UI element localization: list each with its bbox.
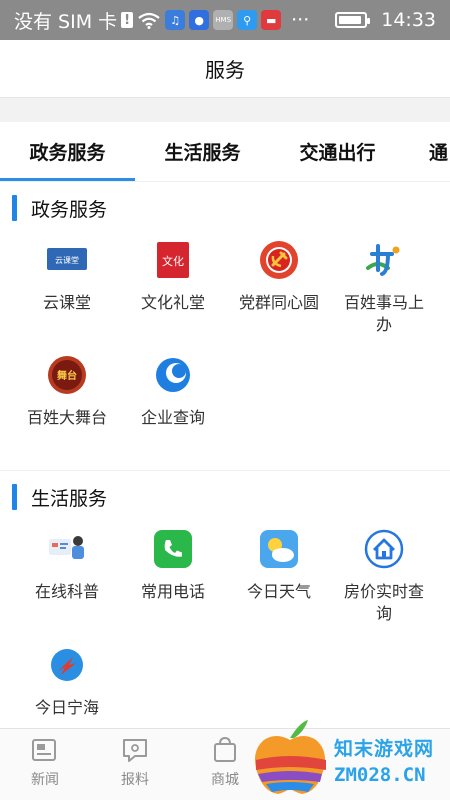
baidu-app-icon: ● [189,10,210,30]
service-label: 企业查询 [140,408,205,427]
service-weather[interactable]: 今日天气 [224,529,334,603]
svg-text:舞台: 舞台 [57,369,77,382]
wifi-icon [137,11,161,29]
nav-item-news[interactable]: 新闻 [15,735,75,789]
phone-icon [153,529,193,569]
nav-item-report[interactable]: 报料 [105,735,165,789]
affairs-icon [364,240,404,280]
more-icon: ··· [291,9,310,31]
section-divider [0,470,450,471]
nav-label: 报料 [121,772,149,788]
tab-label: 政务服务 [29,142,106,164]
service-label: 百姓大舞台 [26,408,107,427]
service-label: 云课堂 [42,293,91,312]
service-cloud-classroom[interactable]: 云课堂 云课堂 [12,240,122,314]
enterprise-query-icon [153,355,193,395]
huawei-app-icon: ▬ [261,10,282,30]
house-icon [364,529,404,569]
site-watermark: 知末游戏网 ZM028.CN [248,716,448,800]
report-icon [120,735,150,765]
service-label: 常用电话 [140,582,205,601]
service-stage[interactable]: 舞台 百姓大舞台 [12,355,122,429]
page-title: 服务 [205,58,245,82]
stage-icon: 舞台 [47,355,87,395]
apple-logo-icon [255,720,326,794]
page-title-bar: 服务 [0,40,450,98]
tab-label: 交通出行 [299,142,376,164]
tab-label: 生活服务 [164,142,241,164]
news-icon [30,735,60,765]
service-science[interactable]: 在线科普 [12,529,122,603]
service-label: 今日宁海 [34,698,99,717]
service-label: 百姓事马上办 [343,293,424,334]
nav-label: 商城 [211,772,239,788]
section-accent-bar [12,195,17,221]
service-phone[interactable]: 常用电话 [118,529,228,603]
service-label: 房价实时查询 [343,582,424,623]
tab-life-services[interactable]: 生活服务 [135,122,270,181]
service-house-price[interactable]: 房价实时查询 [329,529,439,625]
tab-transport[interactable]: 交通出行 [270,122,405,181]
section-title-life: 生活服务 [12,482,107,512]
service-ninghai-today[interactable]: 今日宁海 [12,645,122,719]
service-label: 党群同心圆 [238,293,319,312]
party-emblem-icon [259,240,299,280]
service-label: 文化礼堂 [140,293,205,312]
service-enterprise-query[interactable]: 企业查询 [118,355,228,429]
service-label: 在线科普 [34,582,99,601]
culture-hall-icon: 文化 [153,240,193,280]
music-app-icon: ♫ [165,10,186,30]
weather-icon [259,529,299,569]
tab-partial[interactable]: 通 [405,122,450,181]
section-title-text: 生活服务 [31,487,108,510]
section-title-text: 政务服务 [31,198,108,221]
spacer-band [0,98,450,122]
science-icon [47,529,87,569]
ninghai-icon [47,645,87,685]
carrier-text: 没有 SIM 卡 [14,10,118,33]
service-party-circle[interactable]: 党群同心圆 [224,240,334,314]
service-culture-hall[interactable]: 文化 文化礼堂 [118,240,228,314]
status-bar: 没有 SIM 卡 ! ♫ ● HMS ⚲ ▬ ··· 14:33 [0,0,450,40]
tab-gov-services[interactable]: 政务服务 [0,122,135,181]
section-title-gov: 政务服务 [12,193,107,223]
clock: 14:33 [381,9,436,31]
hms-app-icon: HMS [213,10,234,30]
search-app-icon: ⚲ [237,10,258,30]
svg-text:云课堂: 云课堂 [55,255,79,265]
battery-icon [335,12,371,28]
service-affairs[interactable]: 百姓事马上办 [329,240,439,336]
nav-item-mall[interactable]: 商城 [195,735,255,789]
mall-icon [210,735,240,765]
watermark-domain: ZM028.CN [334,764,426,786]
nav-label: 新闻 [31,772,59,788]
sim-alert-icon: ! [121,12,134,28]
tab-label: 通 [429,142,449,164]
svg-text:文化: 文化 [162,254,184,268]
category-tabs: 政务服务 生活服务 交通出行 通 [0,122,450,182]
service-label: 今日天气 [246,582,311,601]
cloud-classroom-icon: 云课堂 [47,240,87,280]
watermark-title: 知末游戏网 [334,738,435,760]
section-accent-bar [12,484,17,510]
